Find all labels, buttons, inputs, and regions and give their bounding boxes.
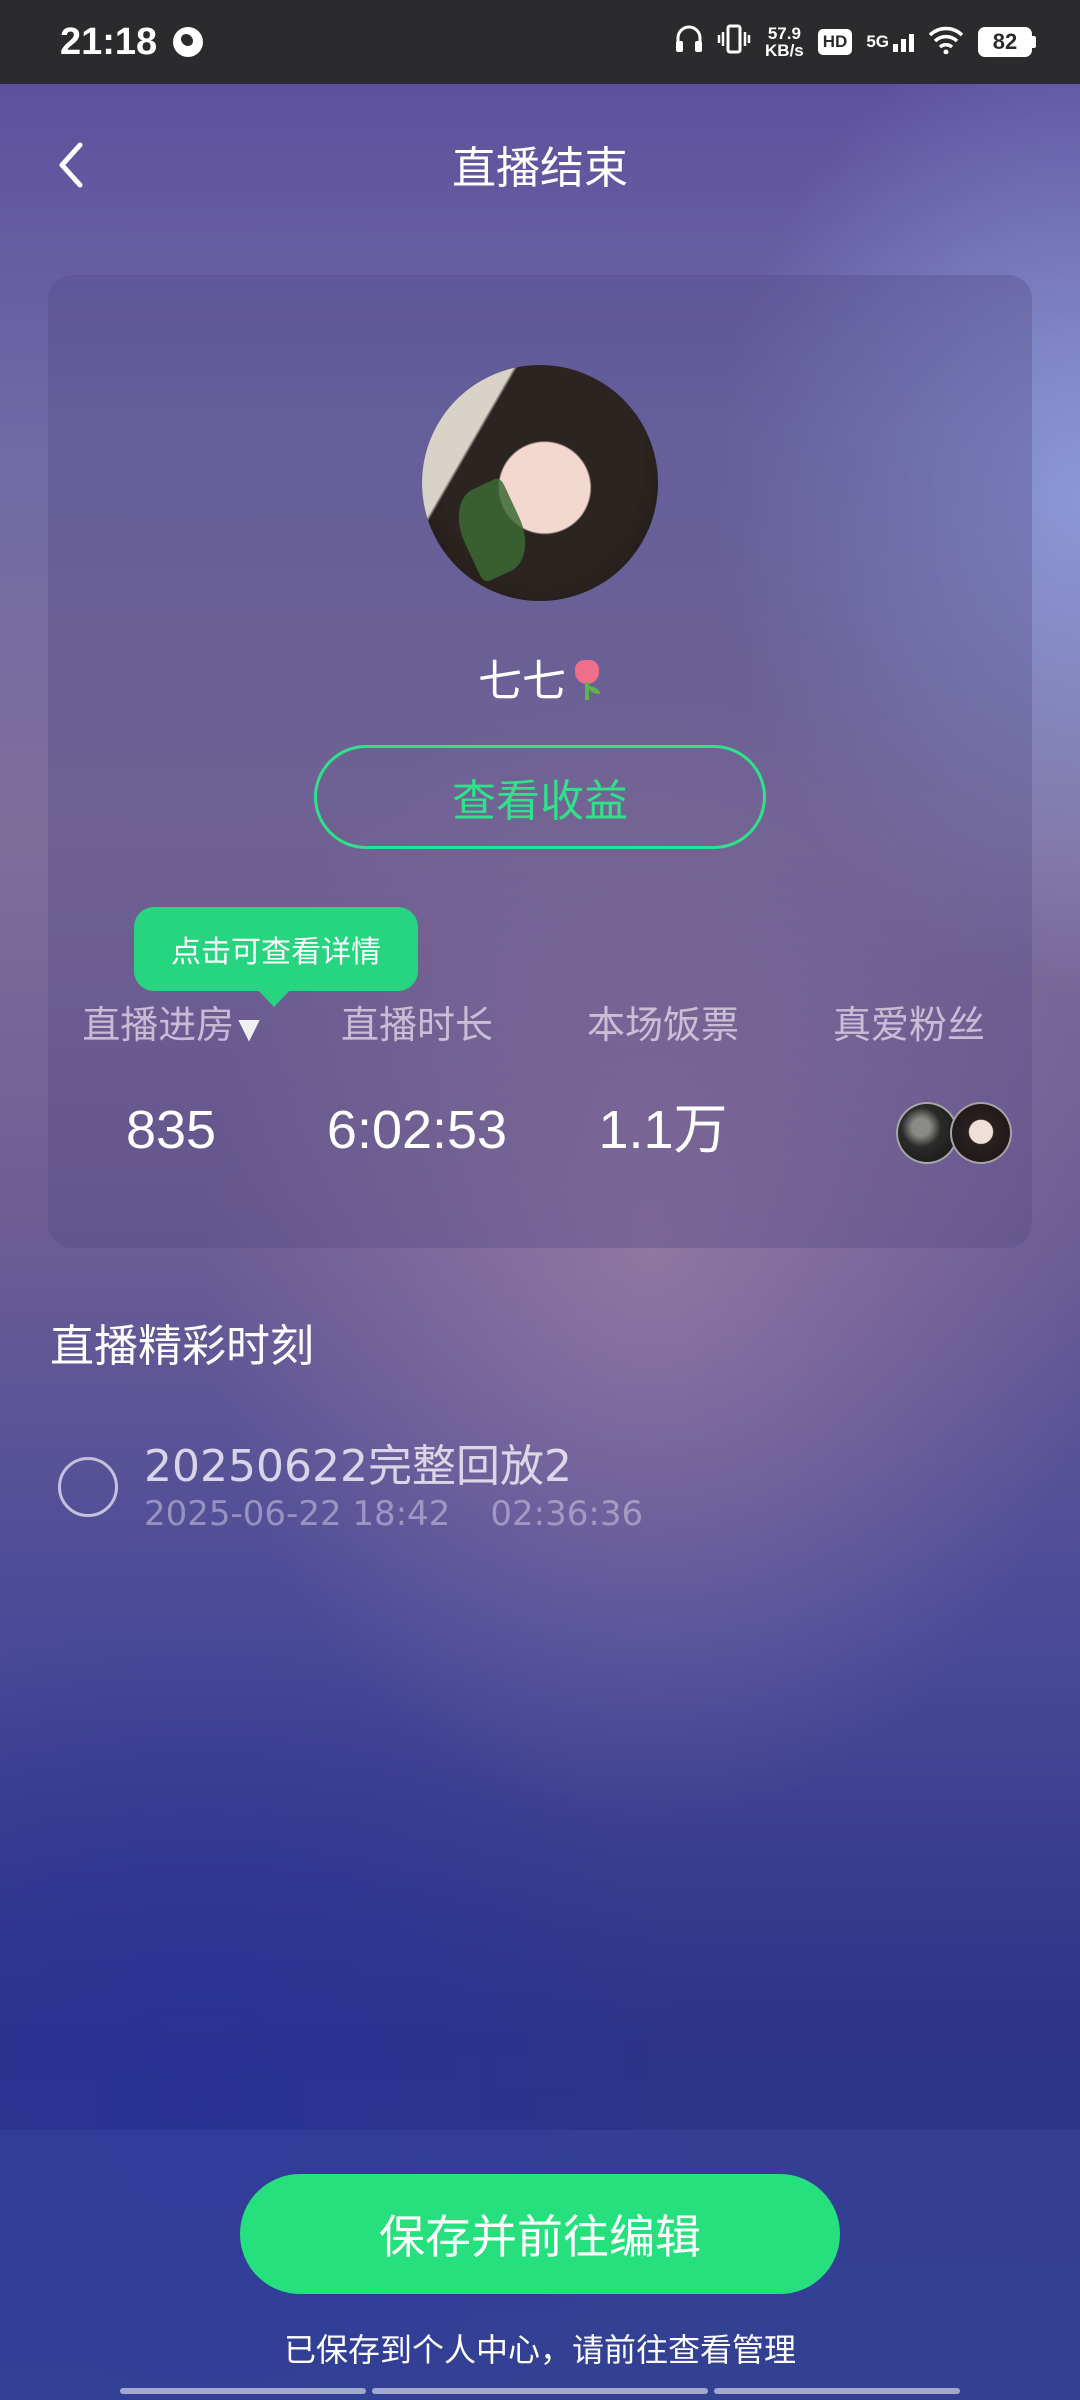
highlight-meta: 2025-06-22 18:42 02:36:36 (144, 1494, 643, 1534)
fan-avatar (950, 1102, 1012, 1164)
view-earnings-button[interactable]: 查看收益 (314, 745, 766, 849)
highlights-section-title: 直播精彩时刻 (50, 1321, 314, 1372)
gesture-bar (372, 2388, 708, 2394)
stat-meal-tickets: 本场饭票 1.1万 (540, 995, 786, 1165)
stat-label: 真爱粉丝 (832, 1003, 985, 1047)
net-speed-unit: KB/s (765, 41, 804, 60)
caret-down-icon: ▼ (238, 1012, 260, 1045)
wifi-icon (928, 24, 964, 60)
fan-avatars[interactable] (896, 1102, 1016, 1166)
fan-avatar (896, 1102, 958, 1164)
battery-level: 82 (978, 27, 1032, 57)
streamer-name-text: 七七 (478, 656, 566, 707)
highlight-item[interactable]: 20250622完整回放2 2025-06-22 18:42 02:36:36 (58, 1430, 958, 1550)
save-and-edit-button[interactable]: 保存并前往编辑 (240, 2174, 840, 2294)
stat-label: 本场饭票 (586, 1003, 739, 1047)
stat-room-entries[interactable]: 直播进房 ▼ 835 (48, 995, 294, 1165)
stat-label: 直播时长 (340, 1003, 493, 1047)
stats-row: 直播进房 ▼ 835 直播时长 6:02:53 本场饭票 1.1万 真爱粉丝 (48, 995, 1032, 1215)
stat-live-duration: 直播时长 6:02:53 (294, 995, 540, 1165)
select-radio[interactable] (58, 1457, 118, 1517)
gesture-bar (714, 2388, 960, 2394)
tulip-icon (572, 660, 602, 700)
stat-label: 直播进房 ▼ (48, 995, 294, 1055)
battery-tip (1032, 36, 1036, 48)
highlight-datetime: 2025-06-22 18:42 (144, 1494, 451, 1534)
signal-bars-icon (893, 34, 914, 52)
cellular-signal: 5G (866, 32, 914, 52)
gesture-bar (120, 2388, 366, 2394)
stat-value: 835 (125, 1100, 217, 1160)
status-icons: 57.9 KB/s HD 5G 82 (675, 24, 1036, 60)
stat-value: 6:02:53 (326, 1100, 508, 1160)
globe-icon (173, 27, 204, 57)
streamer-name: 七七 (48, 645, 1032, 709)
status-time: 21:18 (60, 20, 158, 63)
stat-label-text: 直播进房 (82, 1003, 235, 1047)
highlight-duration: 02:36:36 (490, 1494, 644, 1534)
network-label: 5G (866, 32, 889, 51)
vibrate-icon (717, 24, 751, 60)
status-bar: 21:18 57.9 KB/s HD 5G 82 (0, 0, 1080, 84)
stat-value: 1.1万 (598, 1100, 728, 1160)
page-title: 直播结束 (452, 143, 628, 194)
hd-badge: HD (817, 29, 853, 55)
save-note: 已保存到个人中心，请前往查看管理 (283, 2331, 796, 2369)
highlight-title: 20250622完整回放2 (144, 1441, 572, 1492)
network-speed: 57.9 KB/s (765, 25, 804, 59)
details-tooltip[interactable]: 点击可查看详情 (134, 907, 418, 1007)
live-summary-card: 七七 查看收益 点击可查看详情 直播进房 ▼ 835 直播时长 6:02:53 本… (48, 275, 1032, 1248)
avatar[interactable] (422, 365, 658, 601)
battery-indicator: 82 (978, 27, 1036, 57)
headphones-icon (675, 24, 703, 60)
stat-true-fans[interactable]: 真爱粉丝 (786, 995, 1032, 1055)
